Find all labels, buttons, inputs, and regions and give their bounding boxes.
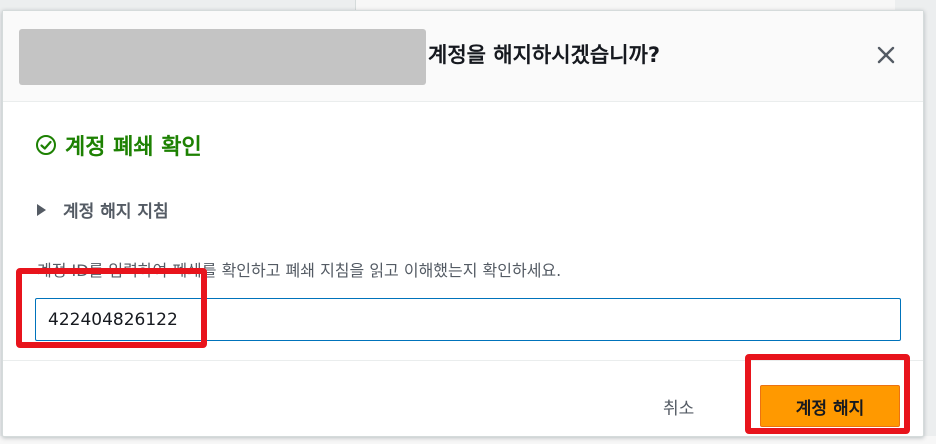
dialog-header: 계정을 해지하시겠습니까? <box>3 11 923 102</box>
cancel-button[interactable]: 취소 <box>663 394 694 419</box>
close-account-dialog: 계정을 해지하시겠습니까? 계정 폐쇄 확인 계정 해지 지침 계정 ID를 입… <box>2 10 924 437</box>
close-icon <box>877 46 895 64</box>
account-id-input[interactable] <box>35 298 901 341</box>
close-button[interactable] <box>873 42 899 68</box>
expander-label: 계정 해지 지침 <box>63 202 169 222</box>
footer-divider <box>3 360 923 361</box>
check-circle-icon <box>35 134 57 156</box>
background-panel-top <box>355 0 895 10</box>
dialog-title: 계정을 해지하시겠습니까? <box>428 43 661 67</box>
redacted-area <box>19 29 426 85</box>
caret-right-icon <box>37 203 46 216</box>
background-panel-bottom <box>0 436 936 444</box>
confirmation-title: 계정 폐쇄 확인 <box>65 135 202 160</box>
closure-guidelines-expander[interactable]: 계정 해지 지침 <box>37 197 169 222</box>
confirmation-heading: 계정 폐쇄 확인 <box>35 129 202 161</box>
instruction-text: 계정 ID를 입력하여 폐쇄를 확인하고 폐쇄 지침을 읽고 이해했는지 확인하… <box>37 261 562 280</box>
close-account-button[interactable]: 계정 해지 <box>760 385 900 427</box>
